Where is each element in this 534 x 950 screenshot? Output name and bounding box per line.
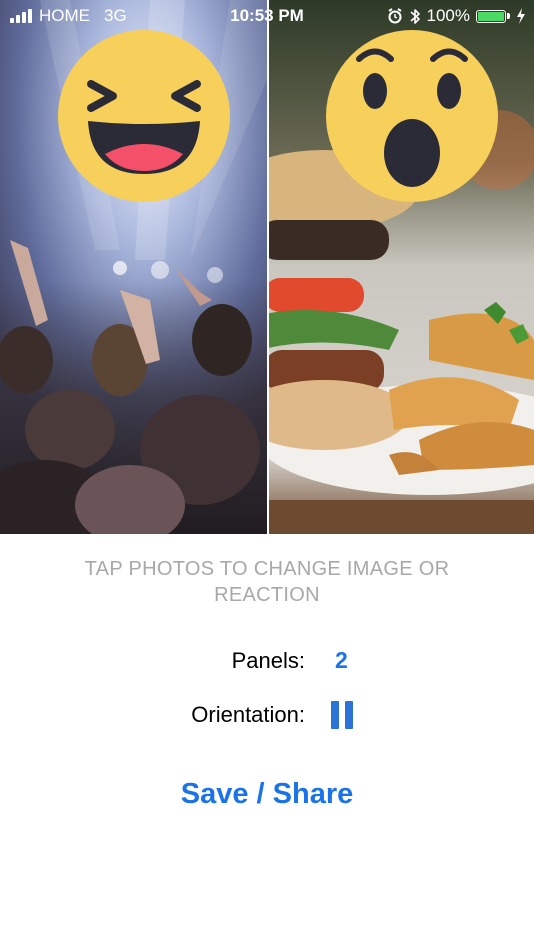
status-bar: HOME 3G 10:53 PM 100% xyxy=(0,0,534,32)
orientation-row: Orientation: xyxy=(0,697,534,733)
battery-fill xyxy=(478,11,504,21)
battery-icon xyxy=(476,9,506,23)
split-bar-left xyxy=(331,701,339,729)
alarm-icon xyxy=(387,8,402,24)
photo-panel-1[interactable] xyxy=(0,0,267,534)
bluetooth-icon xyxy=(409,8,420,24)
instructions-text: TAP PHOTOS TO CHANGE IMAGE OR REACTION xyxy=(84,558,450,606)
split-bar-right xyxy=(345,701,353,729)
panels-row: Panels: 2 xyxy=(0,643,534,679)
photo-panel-2[interactable] xyxy=(269,0,534,534)
save-share-button[interactable]: Save / Share xyxy=(0,772,534,816)
haha-emoji-icon[interactable] xyxy=(57,29,231,203)
orientation-label: Orientation: xyxy=(191,702,305,727)
battery-percent: 100% xyxy=(426,6,470,25)
charging-icon xyxy=(517,8,525,24)
battery-cap xyxy=(507,13,510,19)
wow-emoji-icon[interactable] xyxy=(325,29,499,203)
panels-count-button[interactable]: 2 xyxy=(331,647,352,674)
vertical-split-icon[interactable] xyxy=(331,701,353,729)
panels-label: Panels: xyxy=(231,648,305,673)
photo-grid xyxy=(0,0,534,534)
